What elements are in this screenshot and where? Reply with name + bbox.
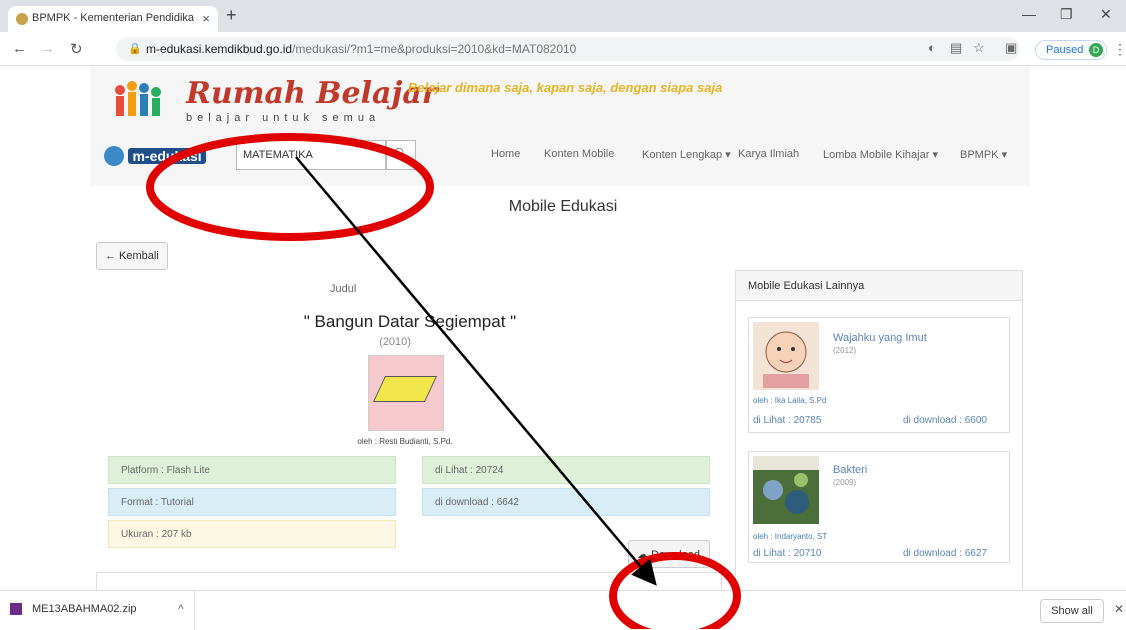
judul-label: Judul	[330, 283, 357, 295]
pocket-icon[interactable]: ▣	[1005, 40, 1017, 56]
item-year: (2010)	[379, 336, 411, 348]
download-label: Download	[651, 549, 700, 561]
search-button[interactable]: 🔍︎	[386, 140, 416, 170]
forward-arrow-icon[interactable]: →	[40, 40, 55, 57]
nav-karya-ilmiah[interactable]: Karya Ilmiah	[738, 148, 799, 160]
nav-lomba[interactable]: Lomba Mobile Kihajar ▾	[823, 148, 938, 161]
search-icon: 🔍︎	[392, 147, 410, 162]
card-title[interactable]: Wajahku yang Imut	[833, 332, 927, 344]
new-tab-button[interactable]: +	[226, 5, 237, 26]
card-views: di Lihat : 20785	[753, 415, 822, 426]
card-year: (2009)	[833, 478, 857, 487]
cloud-download-icon: ☁	[637, 549, 648, 561]
search-input[interactable]: MATEMATIKA	[236, 140, 386, 170]
medukasi-label: m-edukasi	[128, 148, 206, 164]
download-item[interactable]: ME13ABAHMA02.zip	[10, 603, 137, 616]
chevron-up-icon[interactable]: ^	[178, 602, 184, 616]
menu-kebab-icon[interactable]: ⋮	[1113, 41, 1126, 58]
globe-icon	[104, 146, 124, 166]
rumah-belajar-logo-icon[interactable]	[110, 76, 168, 124]
reload-icon[interactable]: ↻	[70, 40, 83, 58]
medukasi-logo[interactable]: m-edukasi	[104, 146, 206, 166]
back-button[interactable]: ← Kembali	[96, 242, 168, 270]
tab-title: BPMPK - Kementerian Pendidika	[32, 12, 195, 24]
nav-konten-lengkap[interactable]: Konten Lengkap ▾	[642, 148, 731, 161]
bookmark-star-icon[interactable]: ☆	[973, 40, 985, 56]
download-button[interactable]: ☁ Download	[628, 540, 710, 568]
page-title: Mobile Edukasi	[508, 198, 618, 215]
lock-icon: 🔒	[128, 43, 142, 55]
url-path: /medukasi/?m1=me&produksi=2010&kd=MAT082…	[292, 42, 577, 56]
nav-bpmpk[interactable]: BPMPK ▾	[960, 148, 1007, 161]
logo-title: Rumah Belajar	[186, 76, 438, 111]
bacteria-image	[753, 456, 819, 524]
translate-icon[interactable]: ▤	[950, 40, 962, 56]
url-input[interactable]: 🔒 m-edukasi.kemdikbud.go.id/medukasi/?m1…	[116, 37, 1020, 61]
restore-icon[interactable]: ❐	[1060, 6, 1073, 23]
format-info: Format : Tutorial	[108, 488, 396, 516]
browser-tab[interactable]: BPMPK - Kementerian Pendidika ×	[8, 6, 218, 32]
downloads-info: di download : 6642	[422, 488, 710, 516]
item-author: oleh : Resti Budianti, S.Pd.	[357, 437, 453, 446]
item-thumbnail[interactable]	[368, 355, 444, 431]
baby-face-image	[753, 322, 819, 390]
sidebar-card[interactable]: Bakteri (2009) oleh : Indaryanto, ST di …	[748, 451, 1010, 563]
show-all-button[interactable]: Show all	[1040, 599, 1104, 623]
views-info: di Lihat : 20724	[422, 456, 710, 484]
parallelogram-graphic	[372, 376, 438, 402]
minimize-icon[interactable]: —	[1022, 6, 1036, 22]
tagline: Belajar dimana saja, kapan saja, dengan …	[408, 80, 723, 95]
back-arrow-icon[interactable]: ←	[12, 40, 27, 57]
profile-button[interactable]: Paused D	[1035, 40, 1107, 60]
close-shelf-icon[interactable]: ✕	[1114, 602, 1124, 616]
card-year: (2012)	[833, 346, 857, 355]
card-author: oleh : Indaryanto, ST	[753, 532, 828, 541]
card-author: oleh : Ika Laila, S.Pd	[753, 396, 827, 405]
download-shelf: ME13ABAHMA02.zip ^ Show all ✕	[0, 590, 1126, 630]
tab-bar: BPMPK - Kementerian Pendidika × + — ❐ ✕	[0, 0, 1126, 32]
avatar: D	[1089, 43, 1103, 57]
sidebar-heading: Mobile Edukasi Lainnya	[736, 271, 1022, 301]
sidebar-card[interactable]: Wajahku yang Imut (2012) oleh : Ika Lail…	[748, 317, 1010, 433]
lower-panel	[96, 572, 722, 592]
address-bar-row: ← → ↻ 🔒 m-edukasi.kemdikbud.go.id/meduka…	[0, 32, 1126, 66]
url-host: m-edukasi.kemdikbud.go.id	[146, 42, 293, 56]
divider	[194, 591, 195, 630]
logo-subtitle: belajar untuk semua	[186, 112, 381, 124]
site-header: Rumah Belajar belajar untuk semua Belaja…	[90, 66, 1030, 186]
card-title[interactable]: Bakteri	[833, 464, 867, 476]
sidebar-panel: Mobile Edukasi Lainnya Wajahku yang Imut…	[735, 270, 1023, 592]
card-downloads: di download : 6627	[903, 548, 987, 559]
item-title: " Bangun Datar Segiempat "	[303, 312, 517, 331]
zip-file-icon	[10, 603, 22, 616]
download-file-name: ME13ABAHMA02.zip	[32, 603, 137, 615]
size-info: Ukuran : 207 kb	[108, 520, 396, 548]
profile-status: Paused	[1046, 44, 1084, 56]
tab-close-icon[interactable]: ×	[202, 11, 210, 26]
favicon-icon	[16, 13, 28, 25]
card-views: di Lihat : 20710	[753, 548, 822, 559]
card-downloads: di download : 6600	[903, 415, 987, 426]
annotation-arrow	[295, 156, 657, 586]
platform-info: Platform : Flash Lite	[108, 456, 396, 484]
nav-home[interactable]: Home	[491, 148, 520, 160]
window-close-icon[interactable]: ✕	[1100, 6, 1112, 23]
extension-icon[interactable]: ◐	[928, 40, 936, 55]
nav-konten-mobile[interactable]: Konten Mobile	[544, 148, 614, 160]
